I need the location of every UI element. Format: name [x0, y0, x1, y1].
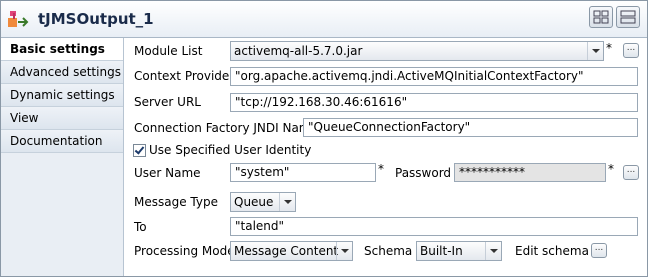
processing-mode-label: Processing Mode — [134, 244, 235, 258]
chevron-down-icon — [485, 242, 501, 260]
chevron-down-icon — [587, 42, 603, 60]
tab-advanced-settings[interactable]: Advanced settings — [1, 61, 123, 84]
chevron-down-icon — [336, 242, 352, 260]
component-settings-window: tJMSOutput_1 Basic settings Advanced set… — [0, 0, 648, 277]
list-view-button[interactable] — [616, 6, 640, 28]
edit-schema-button[interactable]: ... — [591, 243, 607, 258]
required-marker: * — [606, 41, 612, 55]
message-type-value: Queue — [234, 195, 274, 209]
message-type-label: Message Type — [134, 195, 218, 209]
grid-view-button[interactable] — [589, 6, 613, 28]
processing-mode-select[interactable]: Message Content — [230, 241, 353, 261]
server-url-field[interactable]: "tcp://192.168.30.46:61616" — [230, 93, 638, 112]
module-list-value: activemq-all-5.7.0.jar — [234, 44, 363, 58]
server-url-label: Server URL — [134, 95, 201, 109]
window-title: tJMSOutput_1 — [38, 10, 154, 28]
connection-factory-field[interactable]: "QueueConnectionFactory" — [303, 118, 638, 137]
tab-view[interactable]: View — [1, 107, 123, 130]
settings-sidebar: Basic settings Advanced settings Dynamic… — [1, 38, 124, 276]
title-bar: tJMSOutput_1 — [1, 1, 647, 38]
user-name-label: User Name — [134, 166, 201, 180]
tab-basic-settings[interactable]: Basic settings — [1, 38, 123, 61]
jms-output-component-icon — [8, 11, 29, 27]
password-field[interactable]: *********** — [454, 163, 606, 182]
password-label: Password — [395, 166, 452, 180]
schema-label: Schema — [364, 244, 413, 258]
module-list-select[interactable]: activemq-all-5.7.0.jar — [230, 41, 604, 61]
module-list-more-button[interactable]: ... — [623, 43, 639, 58]
chevron-down-icon — [279, 193, 295, 211]
connection-factory-label: Connection Factory JNDI Name — [134, 121, 318, 135]
context-provider-label: Context Provider — [134, 69, 235, 83]
processing-mode-value: Message Content — [234, 244, 339, 258]
to-field[interactable]: "talend" — [230, 217, 638, 236]
tab-dynamic-settings[interactable]: Dynamic settings — [1, 84, 123, 107]
schema-select[interactable]: Built-In — [416, 241, 502, 261]
use-identity-label: Use Specified User Identity — [149, 143, 312, 157]
grid-view-icon — [593, 10, 609, 24]
user-name-field[interactable]: "system" — [230, 163, 376, 182]
tab-documentation[interactable]: Documentation — [1, 130, 123, 153]
list-view-icon — [620, 10, 636, 24]
use-identity-checkbox[interactable] — [133, 144, 146, 157]
required-marker: * — [608, 162, 614, 176]
schema-value: Built-In — [420, 244, 463, 258]
to-label: To — [134, 220, 147, 234]
context-provider-field[interactable]: "org.apache.activemq.jndi.ActiveMQInitia… — [230, 67, 638, 86]
edit-schema-label: Edit schema — [515, 244, 589, 258]
password-more-button[interactable]: ... — [623, 165, 639, 180]
message-type-select[interactable]: Queue — [230, 192, 296, 212]
module-list-label: Module List — [134, 44, 203, 58]
required-marker: * — [378, 162, 384, 176]
